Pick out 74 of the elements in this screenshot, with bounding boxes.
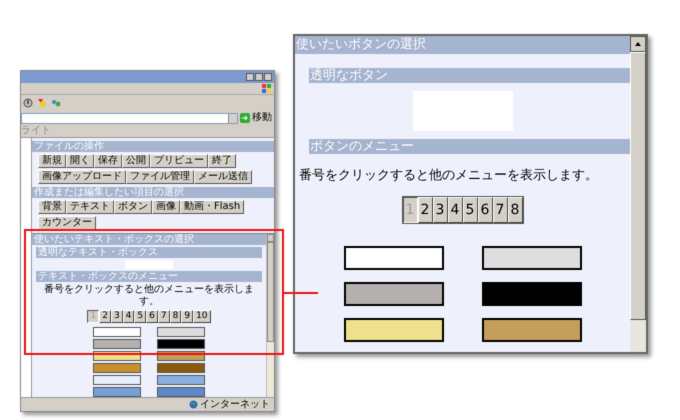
panel-header: 作成または編集したい項目の選択 bbox=[32, 187, 274, 198]
number-button[interactable]: 4 bbox=[448, 197, 462, 223]
windows-flag-icon bbox=[262, 84, 272, 94]
color-swatch[interactable] bbox=[157, 339, 205, 349]
minimize-icon[interactable] bbox=[246, 73, 254, 81]
color-swatch[interactable] bbox=[344, 318, 444, 342]
number-button[interactable]: 5 bbox=[462, 197, 478, 223]
hint-text: 番号をクリックすると他のメニューを表示します。 bbox=[43, 284, 255, 308]
number-button[interactable]: 2 bbox=[418, 197, 432, 223]
toolbar-button[interactable]: 公開 bbox=[122, 154, 150, 168]
toolbar-button[interactable]: カウンター bbox=[38, 216, 96, 230]
scroll-up-button[interactable] bbox=[267, 234, 274, 242]
toolbar-button[interactable]: 新規 bbox=[38, 154, 66, 168]
toolbar-button[interactable]: 画像アップロード bbox=[38, 170, 126, 184]
toolbar-button[interactable]: テキスト bbox=[66, 200, 114, 214]
close-icon[interactable] bbox=[264, 73, 272, 81]
hint-text: 番号をクリックすると他のメニューを表示します。 bbox=[299, 168, 598, 184]
toolbar-button[interactable]: 終了 bbox=[208, 154, 236, 168]
toolbar-button[interactable]: 動画・Flash bbox=[180, 200, 244, 214]
number-button[interactable]: 5 bbox=[134, 310, 146, 323]
color-swatch[interactable] bbox=[344, 282, 444, 306]
scrollbar[interactable] bbox=[266, 234, 274, 397]
color-swatch[interactable] bbox=[93, 375, 141, 385]
section-header: ボタンのメニュー bbox=[309, 139, 630, 154]
color-swatch[interactable] bbox=[157, 363, 205, 373]
address-field[interactable] bbox=[21, 112, 238, 124]
section-header: 透明なボタン bbox=[309, 68, 630, 83]
go-arrow-icon[interactable] bbox=[240, 113, 250, 123]
toolbar-button[interactable]: 保存 bbox=[94, 154, 122, 168]
toolbar-button[interactable]: 画像 bbox=[152, 200, 180, 214]
panel-header: ファイルの操作 bbox=[32, 141, 274, 152]
number-button[interactable]: 3 bbox=[432, 197, 448, 223]
number-button[interactable]: 8 bbox=[508, 197, 522, 223]
panel-header: 使いたいボタンの選択 bbox=[295, 36, 630, 54]
number-button[interactable]: 7 bbox=[492, 197, 508, 223]
color-swatch[interactable] bbox=[157, 327, 205, 337]
color-swatch[interactable] bbox=[482, 318, 582, 342]
toolbar-button[interactable]: メール送信 bbox=[194, 170, 252, 184]
maximize-icon[interactable] bbox=[255, 73, 263, 81]
color-swatch[interactable] bbox=[157, 387, 205, 397]
status-zone-label: インターネット bbox=[200, 400, 270, 410]
leader-line bbox=[284, 292, 318, 294]
number-button[interactable]: 6 bbox=[146, 310, 158, 323]
section-header: 透明なテキスト・ボックス bbox=[36, 247, 262, 258]
number-button[interactable]: 4 bbox=[122, 310, 134, 323]
number-button[interactable]: 10 bbox=[193, 310, 211, 323]
color-swatch[interactable] bbox=[93, 327, 141, 337]
number-button[interactable]: 3 bbox=[110, 310, 123, 323]
number-button[interactable]: 8 bbox=[170, 310, 182, 323]
power-icon[interactable] bbox=[23, 98, 33, 108]
color-swatch[interactable] bbox=[482, 282, 582, 306]
panel-header: 使いたいテキスト・ボックスの選択 bbox=[32, 234, 266, 245]
color-swatch[interactable] bbox=[482, 246, 582, 270]
number-button[interactable]: 6 bbox=[478, 197, 492, 223]
number-button[interactable]: 2 bbox=[99, 310, 111, 323]
scrollbar[interactable] bbox=[630, 36, 646, 352]
color-swatch[interactable] bbox=[93, 387, 141, 397]
color-swatch[interactable] bbox=[157, 375, 205, 385]
globe-icon bbox=[189, 400, 198, 409]
toolbar-button[interactable]: ボタン bbox=[114, 200, 152, 214]
color-swatch[interactable] bbox=[344, 246, 444, 270]
scroll-up-icon[interactable] bbox=[630, 36, 646, 52]
number-button[interactable]: 9 bbox=[181, 310, 194, 323]
toolbar-button[interactable]: ファイル管理 bbox=[126, 170, 194, 184]
section-header: テキスト・ボックスのメニュー bbox=[36, 271, 262, 282]
toolbar-button[interactable]: プリビュー bbox=[150, 154, 208, 168]
toolbar-button[interactable]: 開く bbox=[66, 154, 94, 168]
go-label[interactable]: 移動 bbox=[252, 113, 272, 123]
scrollbar-thumb[interactable] bbox=[267, 242, 274, 342]
toolbar-button[interactable]: 背景 bbox=[38, 200, 66, 214]
color-swatch[interactable] bbox=[93, 339, 141, 349]
number-button[interactable]: 7 bbox=[158, 310, 170, 323]
links-label: ライト bbox=[21, 126, 51, 136]
color-swatch[interactable] bbox=[93, 363, 141, 373]
